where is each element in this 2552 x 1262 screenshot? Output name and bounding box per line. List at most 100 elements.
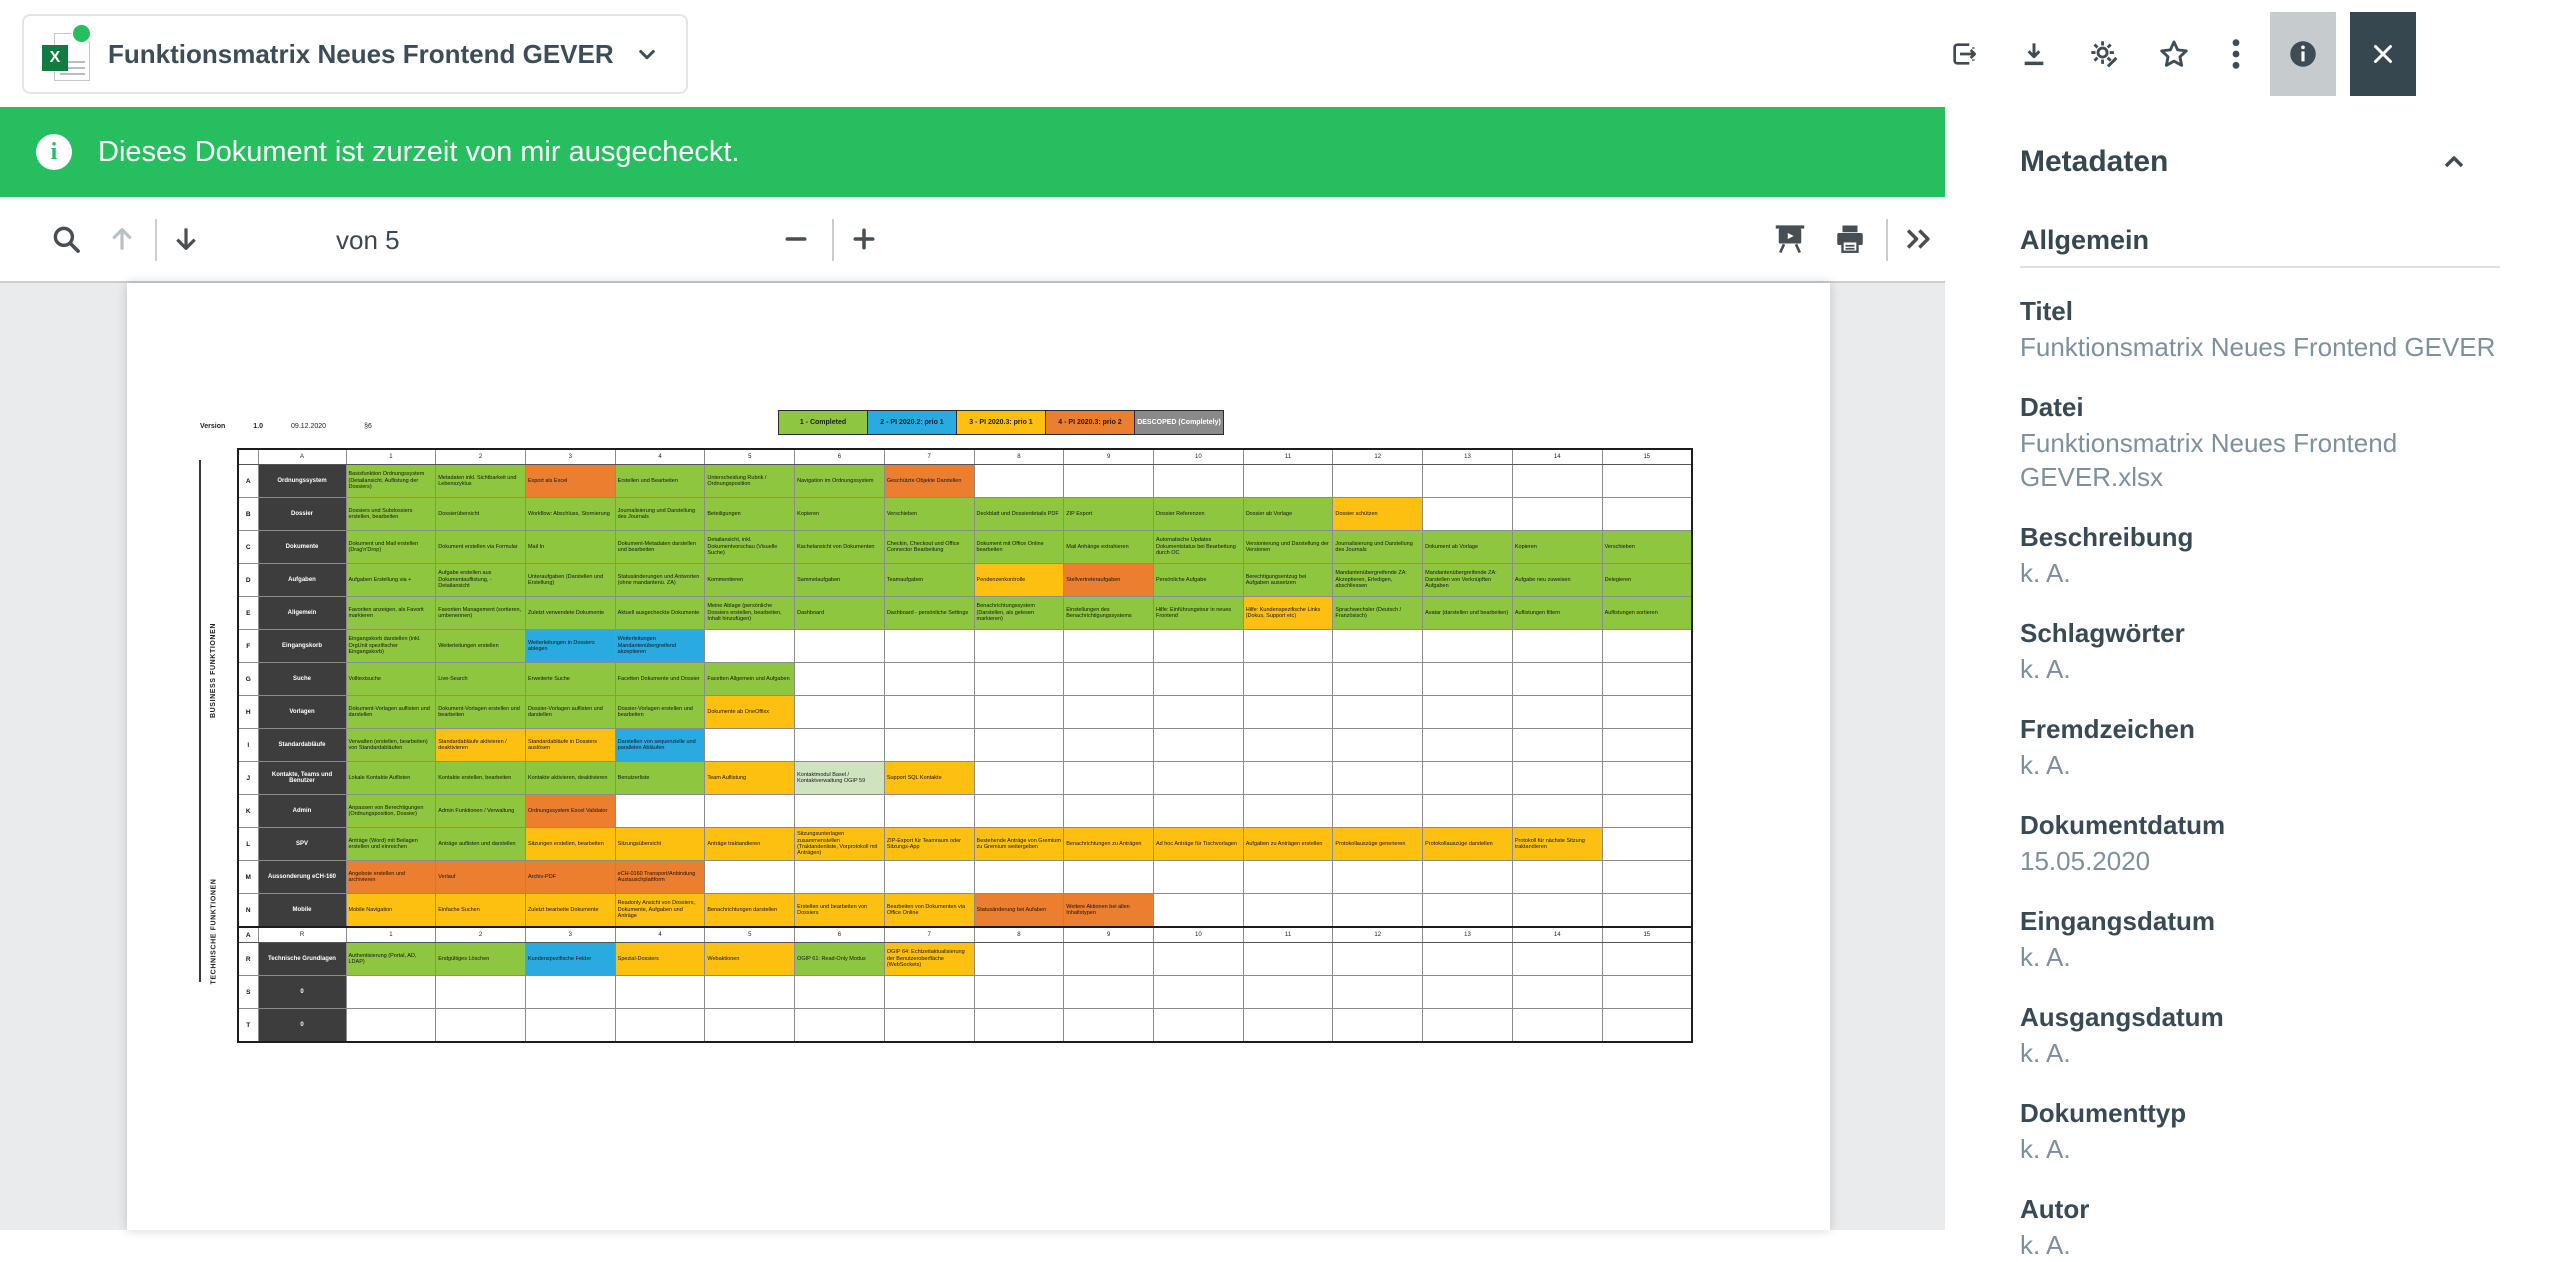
matrix-cell: Bearbeiten von Dokumenten via Office Onl… [884, 894, 974, 928]
matrix-cell: 14 [1512, 927, 1602, 943]
matrix-cell: Dossier schützen [1333, 498, 1423, 531]
matrix-cell: Favoriten anzeigen, als Favorit markiere… [346, 597, 436, 630]
matrix-cell [1512, 976, 1602, 1009]
matrix-cell: Statusänderung bei Aufaben [974, 894, 1064, 928]
zoom-out-button[interactable] [770, 197, 822, 281]
matrix-cell [1602, 663, 1692, 696]
matrix-cell [525, 1009, 615, 1043]
matrix-cell: Eingangskorb darstellen (inkl. OrgUnit s… [346, 630, 436, 663]
matrix-cell: Einstellungen des Benachrichtigungssyste… [1064, 597, 1154, 630]
matrix-cell: Facetten Allgemein und Aufgaben [705, 663, 795, 696]
matrix-cell: Sprachwechsler (Deutsch / Französisch) [1333, 597, 1423, 630]
matrix-cell [1243, 696, 1333, 729]
matrix-cell: Authentisierung (Portal, AD, LDAP) [346, 943, 436, 976]
chevron-down-icon[interactable] [632, 39, 662, 69]
matrix-cell: Hilfe: Kundenspezifische Links (Dokus, S… [1243, 597, 1333, 630]
matrix-cell [1512, 894, 1602, 928]
matrix-row: IStandardabläufeVerwalten (erstellen, be… [238, 729, 1692, 762]
checkin-button[interactable] [1936, 12, 1992, 96]
matrix-cell [795, 729, 885, 762]
next-page-button[interactable] [160, 197, 212, 281]
metadata-field: Eingangsdatumk. A. [2020, 904, 2500, 974]
matrix-cell: 7 [884, 449, 974, 465]
matrix-cell [1423, 729, 1513, 762]
matrix-cell: Bestehende Anträge von Gremium zu Gremiu… [974, 828, 1064, 861]
matrix-cell [974, 861, 1064, 894]
metadata-field: Dokumentdatum15.05.2020 [2020, 808, 2500, 878]
matrix-cell: 3 [525, 927, 615, 943]
field-value: k. A. [2020, 940, 2500, 974]
download-button[interactable] [2006, 12, 2062, 96]
info-button[interactable] [2270, 12, 2336, 96]
matrix-row: KAdminAnpassen von Berechtigungen (Ordnu… [238, 795, 1692, 828]
matrix-cell: 12 [1333, 927, 1423, 943]
more-menu-button[interactable] [2216, 12, 2256, 96]
presentation-mode-button[interactable] [1762, 197, 1818, 281]
matrix-cell [615, 976, 705, 1009]
find-button[interactable] [38, 197, 94, 281]
settings-button[interactable] [2076, 12, 2132, 96]
matrix-cell: Mail In [525, 531, 615, 564]
matrix-cell [1243, 861, 1333, 894]
matrix-cell [1333, 795, 1423, 828]
print-icon [1832, 221, 1868, 257]
matrix-cell: Journalisierung und Darstellung des Jour… [615, 498, 705, 531]
matrix-cell [1153, 795, 1243, 828]
matrix-cell [1153, 943, 1243, 976]
matrix-cell [1153, 465, 1243, 498]
field-label: Autor [2020, 1192, 2500, 1226]
excel-file-icon: X [42, 25, 90, 83]
matrix-cell [1423, 762, 1513, 795]
matrix-cell [346, 1009, 436, 1043]
matrix-cell [615, 1009, 705, 1043]
matrix-cell: Dokument mit Office Online bearbeiten [974, 531, 1064, 564]
matrix-cell: 13 [1423, 449, 1513, 465]
collapse-chevron-up-icon[interactable] [2438, 146, 2470, 178]
matrix-cell [1333, 762, 1423, 795]
banner-info-icon: i [36, 134, 72, 170]
close-button[interactable] [2350, 12, 2416, 96]
matrix-cell: Berechtigungsentzug bei Aufgaben aussetz… [1243, 564, 1333, 597]
legend-item: 3 - PI 2020.3: prio 1 [956, 410, 1046, 435]
legend-item: 1 - Completed [778, 410, 868, 435]
matrix-cell [436, 976, 526, 1009]
matrix-cell: Aufgabe neu zuweisen [1512, 564, 1602, 597]
matrix-cell [346, 976, 436, 1009]
matrix-cell: Kopieren [795, 498, 885, 531]
field-label: Fremdzeichen [2020, 712, 2500, 746]
matrix-cell [1064, 795, 1154, 828]
document-title: Funktionsmatrix Neues Frontend GEVER [108, 39, 614, 70]
matrix-cell: Mandantenübergreifende ZA: Akzeptieren, … [1333, 564, 1423, 597]
matrix-cell: Workflow: Abschluss, Stornierung [525, 498, 615, 531]
matrix-cell [1333, 729, 1423, 762]
matrix-cell: Detailansicht, inkl. Dokumentvorschau (V… [705, 531, 795, 564]
matrix-cell [1153, 762, 1243, 795]
document-title-chip[interactable]: X Funktionsmatrix Neues Frontend GEVER [22, 14, 688, 94]
matrix-cell [1064, 729, 1154, 762]
minus-icon [781, 224, 811, 254]
matrix-cell: Weiterleitungen erstellen [436, 630, 526, 663]
matrix-cell: Mandantenübergreifende ZA: Darstellen vo… [1423, 564, 1513, 597]
matrix-cell: 2 [436, 449, 526, 465]
document-version-line: Version1.009.12.2020§6 [200, 423, 410, 430]
matrix-cell: Hilfe: Einführungstour in neues Frontend [1153, 597, 1243, 630]
matrix-cell: 3 [525, 449, 615, 465]
field-value: k. A. [2020, 1132, 2500, 1166]
print-button[interactable] [1822, 197, 1878, 281]
matrix-cell [1512, 696, 1602, 729]
zoom-in-button[interactable] [838, 197, 890, 281]
matrix-cell: Dossierübersicht [436, 498, 526, 531]
toolbar-more-button[interactable] [1892, 197, 1944, 281]
field-label: Dokumenttyp [2020, 1096, 2500, 1130]
matrix-cell: 5 [705, 927, 795, 943]
metadata-field: Schlagwörterk. A. [2020, 616, 2500, 686]
matrix-cell: Spezial-Dossiers [615, 943, 705, 976]
matrix-cell: 10 [1153, 927, 1243, 943]
matrix-row: HVorlagenDokument-Vorlagen auflisten und… [238, 696, 1692, 729]
pdf-viewer-area[interactable]: Version1.009.12.2020§6 1 - Completed2 - … [0, 283, 1945, 1230]
matrix-cell: 2 [436, 927, 526, 943]
matrix-cell: Mobile Navigation [346, 894, 436, 928]
favorite-button[interactable] [2146, 12, 2202, 96]
field-value: Funktionsmatrix Neues Frontend GEVER [2020, 330, 2500, 364]
previous-page-button[interactable] [96, 197, 148, 281]
